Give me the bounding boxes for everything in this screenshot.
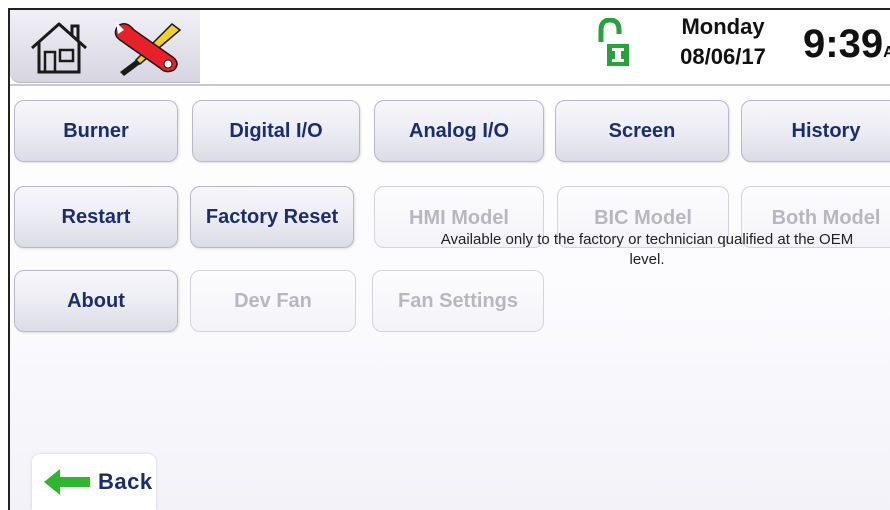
home-icon[interactable] <box>28 20 90 76</box>
about-button[interactable]: About <box>14 270 178 332</box>
fan-settings-button: Fan Settings <box>372 270 544 332</box>
dev-fan-button: Dev Fan <box>190 270 356 332</box>
date-label: 08/06/17 <box>680 44 766 69</box>
tools-icon[interactable] <box>110 18 190 78</box>
burner-button[interactable]: Burner <box>14 100 178 162</box>
header-divider <box>10 84 890 86</box>
back-button[interactable]: Back <box>32 454 156 510</box>
factory-reset-button[interactable]: Factory Reset <box>190 186 354 248</box>
history-button[interactable]: History <box>741 100 890 162</box>
restart-button[interactable]: Restart <box>14 186 178 248</box>
time-value: 9:39 <box>803 22 884 66</box>
time-ampm: A <box>883 44 890 61</box>
time-display: 9:39A <box>803 22 890 67</box>
restricted-access-notice: Available only to the factory or technic… <box>440 231 854 268</box>
day-label: Monday <box>681 14 765 39</box>
digital-io-button[interactable]: Digital I/O <box>192 100 360 162</box>
unlocked-padlock-icon <box>598 18 629 66</box>
hmi-screen: Monday 08/06/17 9:39A Burner Digital I/O… <box>8 8 890 510</box>
header-bar: Monday 08/06/17 9:39A <box>10 10 890 84</box>
back-label: Back <box>98 469 153 494</box>
analog-io-button[interactable]: Analog I/O <box>374 100 544 162</box>
screen-button[interactable]: Screen <box>555 100 729 162</box>
back-arrow-icon <box>44 469 90 495</box>
